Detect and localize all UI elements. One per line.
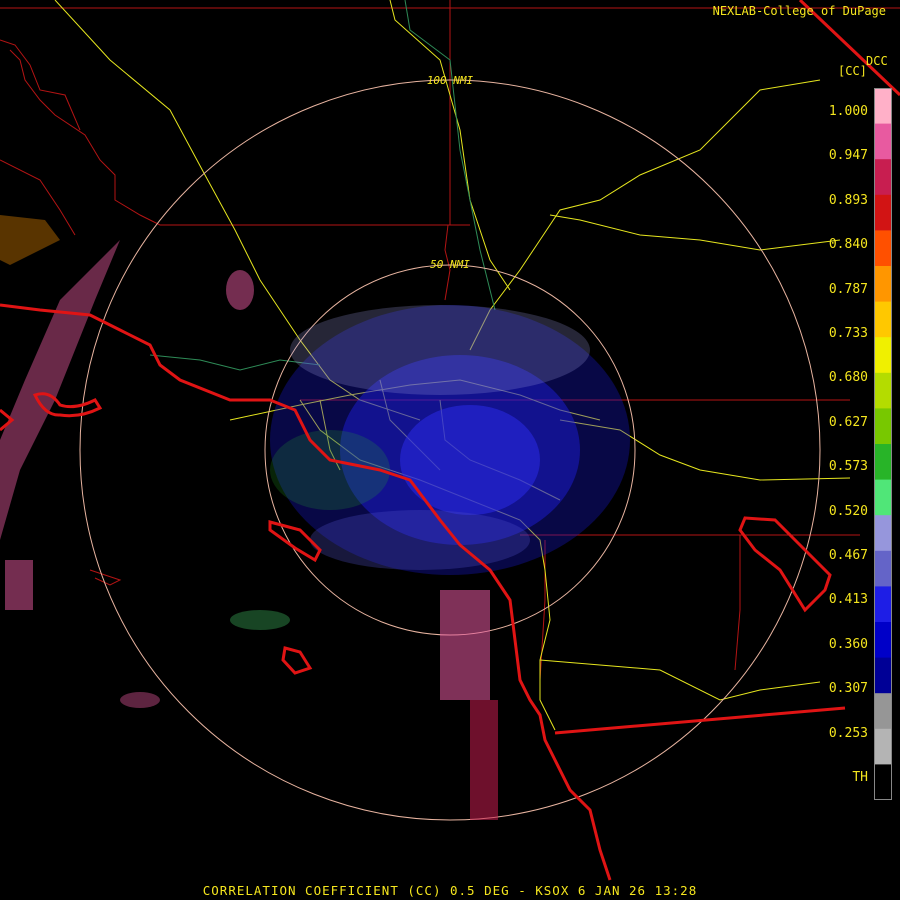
- colorbar-swatch: [874, 728, 892, 765]
- colorbar-swatch: [874, 444, 892, 481]
- ring-label-50: 50 NMI: [430, 258, 470, 271]
- colorbar-tick-label: TH: [852, 770, 868, 785]
- colorbar-tick-label: 0.947: [828, 148, 868, 164]
- colorbar-tick-label: 0.253: [828, 725, 868, 741]
- colorbar-swatch: [874, 550, 892, 587]
- colorbar-swatch: [874, 515, 892, 552]
- colorbar-swatch: [874, 230, 892, 267]
- colorbar-tick-label: 0.360: [828, 636, 868, 652]
- colorbar-swatch: [874, 88, 892, 125]
- colorbar-tick-label: 0.680: [828, 370, 868, 386]
- colorbar-swatch: [874, 479, 892, 516]
- colorbar-tick-label: 0.840: [828, 237, 868, 253]
- ring-label-100: 100 NMI: [427, 74, 474, 87]
- colorbar-swatch: [874, 159, 892, 196]
- colorbar: [874, 88, 892, 800]
- colorbar-swatch: [874, 657, 892, 694]
- units-label: [CC]: [838, 64, 867, 78]
- colorbar-tick-label: 1.000: [828, 104, 868, 119]
- colorbar-swatch: [874, 622, 892, 659]
- colorbar-tick-label: 0.413: [828, 592, 868, 608]
- radar-echoes: [0, 215, 630, 820]
- colorbar-swatch: [874, 266, 892, 303]
- product-code: DCC: [866, 54, 888, 68]
- colorbar-tick-label: 0.733: [828, 326, 868, 341]
- colorbar-tick-label: 0.893: [828, 192, 868, 208]
- credit-text: NEXLAB-College of DuPage: [712, 4, 886, 18]
- colorbar-swatch: [874, 764, 892, 800]
- colorbar-swatch: [874, 194, 892, 231]
- colorbar-swatch: [874, 408, 892, 445]
- colorbar-tick-label: 0.520: [828, 503, 868, 519]
- colorbar-swatch: [874, 586, 892, 623]
- product-caption: CORRELATION COEFFICIENT (CC) 0.5 DEG - K…: [202, 883, 698, 898]
- colorbar-tick-label: 0.627: [828, 414, 868, 430]
- colorbar-swatch: [874, 693, 892, 730]
- radar-display: 100 NMI 50 NMI NEXLAB-College of DuPage …: [0, 0, 900, 900]
- colorbar-tick-label: 0.307: [828, 681, 868, 697]
- radar-map: 100 NMI 50 NMI: [0, 0, 900, 881]
- colorbar-tick-label: 0.573: [828, 459, 868, 475]
- colorbar-tick-label: 0.467: [828, 548, 868, 563]
- colorbar-swatch: [874, 337, 892, 374]
- colorbar-tick-label: 0.787: [828, 281, 868, 297]
- colorbar-swatch: [874, 372, 892, 409]
- colorbar-swatch: [874, 301, 892, 338]
- colorbar-swatch: [874, 123, 892, 160]
